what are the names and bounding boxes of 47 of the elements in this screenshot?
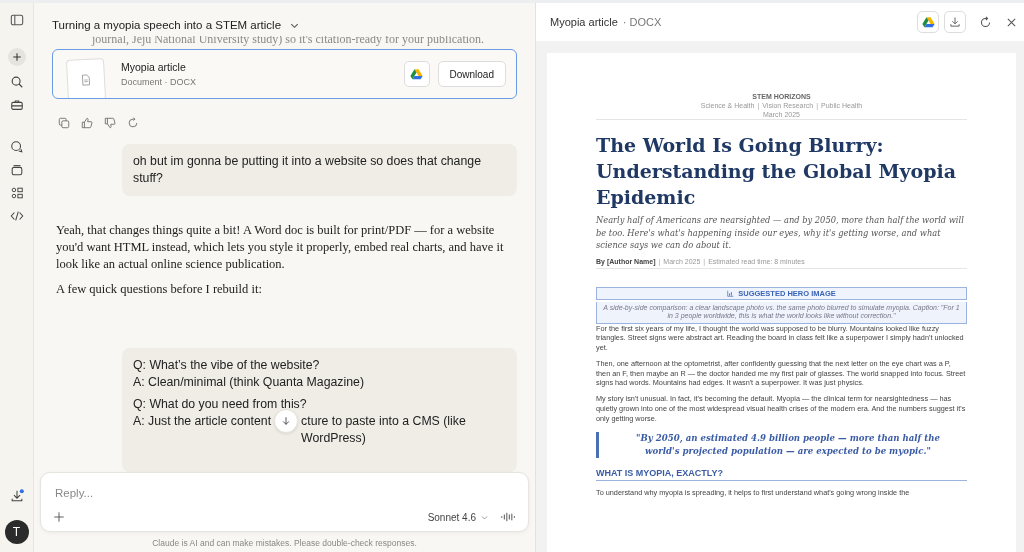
pull-quote: "By 2050, an estimated 4.9 billion people — more than half the world's projected population — are expected to be myopic.": [596, 431, 967, 458]
add-icon[interactable]: [53, 511, 65, 523]
download-button[interactable]: Download: [437, 61, 506, 87]
code-icon[interactable]: [9, 209, 24, 223]
briefcase-icon[interactable]: [9, 98, 24, 112]
section-heading: WHAT IS MYOPIA, EXACTLY?: [596, 467, 967, 481]
retry-icon[interactable]: [127, 117, 139, 129]
download-icon[interactable]: [949, 16, 961, 28]
chat-bubbles-icon[interactable]: [9, 140, 24, 154]
article-headline: The World Is Going Blurry: Understanding the Global Myopia Epidemic: [596, 133, 957, 210]
artifact-type: · DOCX: [622, 16, 662, 28]
thumbs-down-icon[interactable]: [104, 117, 116, 129]
answer-text: A: Just the article content: [133, 413, 272, 430]
assistant-paragraph: Yeah, that changes things quite a bit! A Word doc is built for print/PDF — for a website you'd want HTML instead, which lets you style it properly, embed real charts, and have it look like an actual online science publication.: [56, 222, 505, 273]
triangle-logo-icon[interactable]: [410, 68, 423, 80]
shapes-grid-icon[interactable]: [9, 186, 24, 200]
user-avatar[interactable]: T: [4, 520, 29, 544]
question-text: Q: What do you need from this?: [133, 396, 308, 413]
drive-button[interactable]: [403, 61, 430, 87]
question-text: Q: What’s the vibe of the website?: [133, 357, 321, 374]
answer-text: A: Clean/minimal (think Quanta Magazine): [133, 374, 364, 391]
disclaimer-text: Claude is AI and can make mistakes. Please double-check responses.: [151, 537, 418, 550]
file-meta: Document · DOCX: [121, 77, 198, 87]
search-icon[interactable]: [9, 75, 24, 89]
refresh-icon[interactable]: [979, 15, 992, 29]
document-icon: [80, 73, 92, 87]
answer-text: cture to paste into a CMS (like WordPress): [301, 413, 467, 447]
drive-button[interactable]: [917, 11, 939, 33]
arrow-down-icon[interactable]: [281, 416, 292, 426]
download-icon[interactable]: [9, 489, 24, 503]
reply-field[interactable]: Reply... Sonnet 4.6: [40, 472, 529, 532]
article-subtitle: Nearly half of Americans are nearsighted — and by 2050, more than half the world will be too. Here's what's happening inside our eyes, why it's getting worse, and what science says we can do about it.: [596, 214, 965, 252]
triangle-logo-icon[interactable]: [921, 16, 935, 28]
user-message: oh but im gonna be putting it into a website so does that change stuff?: [122, 144, 517, 196]
bar-chart-icon: [727, 289, 735, 297]
stack-icon[interactable]: [9, 163, 24, 177]
assistant-paragraph: A few quick questions before I rebuild it:: [56, 281, 263, 298]
copy-icon[interactable]: [58, 117, 70, 129]
thumbs-up-icon[interactable]: [81, 117, 93, 129]
chat-title[interactable]: Turning a myopia speech into a STEM article: [52, 19, 282, 31]
file-name: Myopia article: [121, 61, 187, 73]
voice-icon[interactable]: [501, 511, 516, 523]
download-button[interactable]: [944, 11, 966, 33]
artifact-title: Myopia article: [550, 16, 618, 28]
sidebar-toggle-icon[interactable]: [9, 13, 24, 27]
model-selector[interactable]: Sonnet 4.6: [427, 511, 476, 523]
file-card[interactable]: Myopia article Document · DOCX Download: [52, 49, 517, 99]
